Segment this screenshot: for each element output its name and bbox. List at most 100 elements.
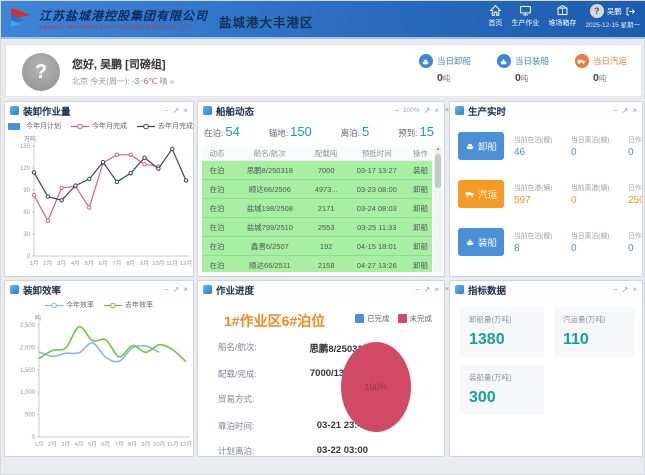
close-icon[interactable]: × [434,107,439,115]
minimize-icon[interactable]: − [164,286,169,294]
scroll-thumb[interactable] [435,154,441,188]
panel-header: 船舶动态 − 100% ↗ × [198,102,444,119]
nav-yard-storage[interactable]: 堆场箱存 [548,4,576,28]
stat-label: 当日离泊(艘) [571,134,618,144]
svg-text:500: 500 [25,413,36,419]
scroll-up-icon[interactable]: ▲ [436,146,441,152]
table-cell: 03-24 08:03 [345,199,409,217]
unload-ship-icon [419,54,433,68]
table-cell: 卸船 [409,237,432,255]
legend-item[interactable]: 去年效率 [104,300,153,310]
truck-transport-button[interactable]: 汽运 [458,180,504,208]
close-icon[interactable]: × [632,107,637,115]
table-cell: 卸船 [409,180,432,198]
card-unload-volume: 卸船量(万吨) 1380 [460,307,544,357]
svg-text:1,500: 1,500 [20,368,36,374]
expand-icon[interactable]: ↗ [424,286,431,294]
minimize-icon[interactable]: − [613,286,618,294]
expand-icon[interactable]: ↗ [173,286,180,294]
svg-text:5月: 5月 [85,260,94,267]
legend-item[interactable]: 今年月完成 [71,121,127,131]
minimize-icon[interactable]: − [613,107,618,115]
panel-title: 作业进度 [216,283,254,297]
legend-item[interactable]: 去年月完成 [137,121,193,131]
svg-text:30: 30 [23,232,30,238]
berth-title: 1#作业区6#泊位 [224,311,325,331]
nav-yard-storage-label: 堆场箱存 [548,18,576,28]
close-icon[interactable]: × [183,107,188,115]
minimize-icon[interactable]: − [415,286,420,294]
table-row[interactable]: 在泊鑫晋6/250719204-15 18:01卸船 [202,237,432,256]
legend-item[interactable]: 已完成 [355,313,390,324]
table-row[interactable]: 在泊盐城799/2510255303-25 11:33卸船 [202,218,432,237]
panel-title: 装卸效率 [23,283,61,297]
table-cell: 在泊 [202,161,232,179]
close-icon[interactable]: × [632,286,637,294]
expand-icon[interactable]: ↗ [622,107,629,115]
panel-production-live: 生产实时 − ↗ × 卸船 当前在泊(艘)46 当日离泊(艘)0 日作业量(吨)… [449,101,643,277]
panel-icon [455,106,464,115]
load-ship-button[interactable]: 装船 [458,228,504,256]
table-cell: 在泊 [202,199,232,217]
svg-text:10月: 10月 [153,441,165,448]
svg-text:4月: 4月 [75,441,84,448]
chart-legend: 今年月计划今年月完成去年月完成 [5,121,193,131]
stat-label: 当日离泊(艘) [571,230,618,240]
table-cell: 在泊 [202,218,232,236]
legend-item[interactable]: 未完成 [398,313,433,324]
production-monitor-icon [519,4,532,17]
stat-value: 0 [628,147,643,158]
table-cell: 在泊 [202,180,232,198]
stat-value: 0 [571,243,618,254]
table-cell: 03-25 11:33 [345,218,409,236]
stat-value: 0 [628,243,643,254]
close-icon[interactable]: × [183,286,188,294]
header-nav: 首页 生产作业 堆场箱存 ? 吴鹏 [488,4,640,29]
expand-icon[interactable]: ↗ [173,107,180,115]
table-row[interactable]: 在泊顺达66/2511215804-27 13:26卸船 [202,256,432,272]
table-row[interactable]: 在泊思鹏8/250318700003-17 13:27装船 [202,161,432,180]
live-row-truck: 汽运 当前在港(辆)597 当前离港(辆)0 日作业量(吨)25068.47 [458,174,638,214]
splitter-close-icon[interactable]: × [445,107,449,114]
unload-ship-button[interactable]: 卸船 [458,132,504,160]
table-row[interactable]: 在泊顺达66/25064973...03-23 08:00卸船 [202,180,432,199]
container-box-icon [556,4,569,17]
minimize-icon[interactable]: − [164,107,169,115]
minimize-icon[interactable]: − [394,107,399,115]
expand-icon[interactable]: ↗ [622,286,629,294]
stat-value: 8 [514,243,561,254]
stat-label: 当日汽运 [593,55,627,67]
pie-legend: 已完成 未完成 [355,313,432,324]
table-cell: 在泊 [202,256,232,272]
ship-icon [465,141,475,151]
stat-label: 当日卸船 [437,55,471,67]
svg-text:1月: 1月 [29,260,38,267]
svg-text:10月: 10月 [152,260,164,267]
column-header: 预抵时间 [345,146,409,160]
user-avatar[interactable]: ? [590,4,604,18]
nav-production[interactable]: 生产作业 [511,4,539,28]
live-row-unload: 卸船 当前在泊(艘)46 当日离泊(艘)0 日作业量(吨)0 [458,126,638,166]
header-date: 2025-12-15 星期一 [585,19,640,29]
expand-icon[interactable]: ↗ [424,107,431,115]
card-label: 装船量(万吨) [469,372,535,383]
stat-label: 当前在泊(艘) [514,230,561,240]
svg-text:90: 90 [23,188,30,194]
weather-text: 北京 今天(周一): -3~6℃ 晴 » [72,76,174,87]
legend-item[interactable]: 今年效率 [45,300,94,310]
table-cell: 192 [308,237,345,255]
logo-flag-icon [8,6,34,32]
table-cell: 2171 [308,199,345,217]
svg-text:12月: 12月 [180,441,192,448]
legend-item[interactable]: 今年月计划 [5,121,61,131]
ship-icon [465,237,475,247]
logout-icon[interactable] [625,6,636,17]
panel-title: 船舶动态 [216,104,254,118]
card-label: 卸船量(万吨) [469,314,535,325]
table-row[interactable]: 在泊盐城198/2508217103-24 08:03卸船 [202,199,432,218]
count-at-berth: 在泊:54 [204,124,240,139]
table-scrollbar[interactable]: ▲ [434,146,442,272]
close-icon[interactable]: × [434,286,439,294]
splitter-close-icon[interactable]: × [445,286,449,293]
nav-home[interactable]: 首页 [488,4,502,28]
